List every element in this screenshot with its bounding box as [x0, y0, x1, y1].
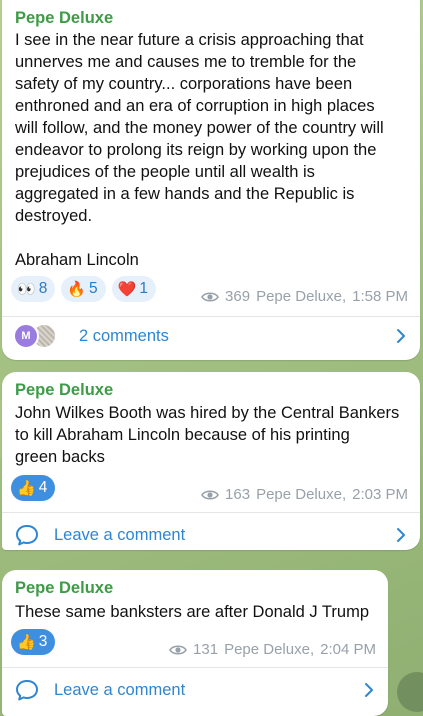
- message-text: I see in the near future a crisis approa…: [15, 31, 384, 269]
- chevron-right-icon: [397, 528, 405, 542]
- reaction-eyes[interactable]: 👀 8: [11, 276, 56, 302]
- reaction-fire[interactable]: 🔥 5: [61, 276, 106, 302]
- post-time: 2:04 PM: [320, 641, 376, 658]
- thumbs-up-emoji-icon: 👍: [17, 633, 36, 651]
- reaction-count: 3: [38, 633, 48, 650]
- channel-post[interactable]: Pepe Deluxe I see in the near future a c…: [2, 0, 420, 360]
- message-text: John Wilkes Booth was hired by the Centr…: [15, 404, 400, 466]
- reactions-bar: 👀 8 🔥 5 ❤️ 1: [11, 276, 156, 302]
- channel-post[interactable]: Pepe Deluxe These same banksters are aft…: [2, 570, 388, 716]
- view-count: 369: [225, 288, 251, 305]
- thumbs-up-emoji-icon: 👍: [17, 479, 36, 497]
- comments-label[interactable]: 2 comments: [79, 327, 169, 346]
- heart-emoji-icon: ❤️: [117, 280, 137, 298]
- avatar: M: [13, 323, 39, 349]
- leave-comment-label[interactable]: Leave a comment: [54, 526, 185, 545]
- view-count: 163: [225, 486, 251, 503]
- sender-name[interactable]: Pepe Deluxe: [15, 579, 113, 598]
- post-author: Pepe Deluxe,: [256, 288, 347, 305]
- sender-name[interactable]: Pepe Deluxe: [15, 381, 113, 400]
- reactions-bar: 👍 4: [11, 475, 56, 501]
- reaction-count: 4: [38, 479, 48, 496]
- leave-comment-button[interactable]: Leave a comment: [2, 667, 388, 713]
- post-time: 2:03 PM: [352, 486, 408, 503]
- eye-icon: [201, 291, 219, 302]
- comment-bubble-icon: [16, 525, 38, 546]
- reactions-bar: 👍 3: [11, 629, 56, 655]
- leave-comment-label[interactable]: Leave a comment: [54, 681, 185, 700]
- message-meta: 163 Pepe Deluxe, 2:03 PM: [201, 486, 408, 503]
- reaction-thumbs-up[interactable]: 👍 3: [11, 629, 56, 655]
- reaction-heart[interactable]: ❤️ 1: [111, 276, 156, 302]
- reaction-count: 1: [139, 280, 148, 297]
- post-time: 1:58 PM: [352, 288, 408, 305]
- message-meta: 369 Pepe Deluxe, 1:58 PM: [201, 288, 408, 305]
- eyes-emoji-icon: 👀: [17, 280, 36, 298]
- post-author: Pepe Deluxe,: [256, 486, 347, 503]
- eye-icon: [201, 489, 219, 500]
- message-meta: 131 Pepe Deluxe, 2:04 PM: [169, 641, 376, 658]
- sender-name[interactable]: Pepe Deluxe: [15, 9, 113, 28]
- comment-bubble-icon: [16, 680, 38, 701]
- eye-icon: [169, 644, 187, 655]
- commenter-avatars: M: [13, 323, 57, 349]
- leave-comment-button[interactable]: Leave a comment: [2, 512, 420, 558]
- reaction-count: 5: [89, 280, 98, 297]
- post-author: Pepe Deluxe,: [224, 641, 315, 658]
- chevron-right-icon: [397, 329, 405, 343]
- channel-post[interactable]: Pepe Deluxe John Wilkes Booth was hired …: [2, 372, 420, 550]
- reaction-thumbs-up[interactable]: 👍 4: [11, 475, 56, 501]
- message-text: These same banksters are after Donald J …: [15, 603, 369, 621]
- reaction-count: 8: [38, 280, 48, 297]
- comments-button[interactable]: M 2 comments: [2, 313, 420, 359]
- fire-emoji-icon: 🔥: [67, 280, 86, 298]
- chevron-right-icon: [365, 683, 373, 697]
- view-count: 131: [193, 641, 219, 658]
